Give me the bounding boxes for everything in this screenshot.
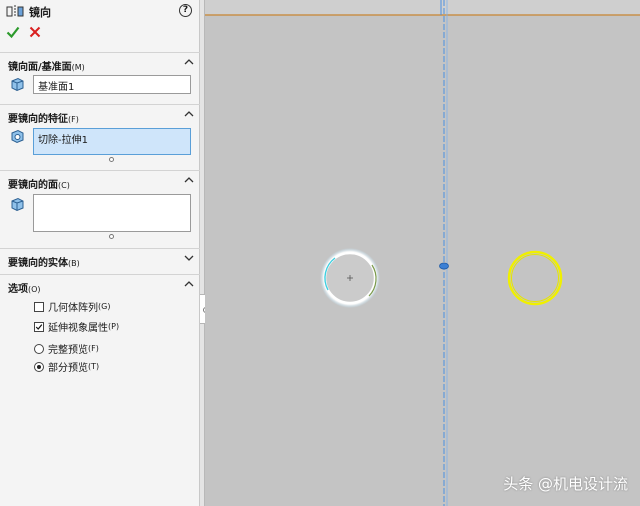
full-preview-option[interactable]: 完整预览 (F) bbox=[34, 341, 99, 356]
propagate-visual-checkbox[interactable] bbox=[34, 321, 44, 332]
section-features-shortcut: (F) bbox=[68, 115, 79, 124]
chevron-up-icon[interactable] bbox=[184, 110, 194, 118]
plane-select-icon bbox=[11, 77, 24, 92]
chevron-up-icon[interactable] bbox=[184, 176, 194, 184]
ok-check-icon[interactable] bbox=[6, 25, 20, 39]
section-mirror-face: 镜向面/基准面(M) 基准面1 bbox=[0, 52, 200, 104]
full-preview-label: 完整预览 bbox=[48, 345, 88, 356]
partial-preview-label: 部分预览 bbox=[48, 363, 88, 374]
resize-grip-icon[interactable] bbox=[109, 234, 114, 239]
propagate-visual-option[interactable]: 延伸视象属性 (P) bbox=[34, 319, 119, 334]
model-top-face bbox=[205, 0, 640, 15]
geometry-pattern-label: 几何体阵列 bbox=[48, 303, 98, 314]
section-mirror-face-label: 镜向面/基准面 bbox=[8, 62, 72, 73]
section-faces: 要镜向的面(C) bbox=[0, 170, 200, 248]
section-bodies-title[interactable]: 要镜向的实体(B) bbox=[8, 254, 80, 269]
section-options-shortcut: (O) bbox=[28, 285, 41, 294]
mirror-face-field[interactable]: 基准面1 bbox=[33, 75, 191, 94]
section-features-title[interactable]: 要镜向的特征(F) bbox=[8, 110, 79, 125]
geometry-pattern-option[interactable]: 几何体阵列 (G) bbox=[34, 299, 110, 314]
section-faces-shortcut: (C) bbox=[58, 181, 70, 190]
partial-preview-option[interactable]: 部分预览 (T) bbox=[34, 359, 99, 374]
panel-title: 镜向 bbox=[29, 6, 51, 19]
full-preview-radio[interactable] bbox=[34, 343, 44, 354]
action-row bbox=[0, 24, 200, 44]
mirror-preview-circle bbox=[507, 250, 563, 306]
resize-grip-icon[interactable] bbox=[109, 157, 114, 162]
partial-preview-shortcut: (T) bbox=[88, 362, 100, 371]
feature-select-icon bbox=[11, 129, 24, 144]
chevron-up-icon[interactable] bbox=[184, 280, 194, 288]
faces-list-field[interactable] bbox=[33, 194, 191, 232]
section-bodies-shortcut: (B) bbox=[68, 259, 80, 268]
mirror-feature-icon bbox=[6, 5, 24, 17]
chevron-up-icon[interactable] bbox=[184, 58, 194, 66]
mirror-plane-handle-icon[interactable] bbox=[439, 262, 449, 270]
checkmark-icon bbox=[35, 323, 43, 330]
section-bodies: 要镜向的实体(B) bbox=[0, 248, 200, 274]
section-faces-title[interactable]: 要镜向的面(C) bbox=[8, 176, 70, 191]
help-icon[interactable]: ? bbox=[179, 4, 192, 17]
features-list-field[interactable]: 切除-拉伸1 bbox=[33, 128, 191, 155]
chevron-down-icon[interactable] bbox=[184, 254, 194, 262]
full-preview-shortcut: (F) bbox=[88, 344, 99, 353]
section-features-label: 要镜向的特征 bbox=[8, 114, 68, 125]
section-features: 要镜向的特征(F) 切除-拉伸1 bbox=[0, 104, 200, 170]
property-manager-panel: 镜向 ? 镜向面/基准面(M) 基准面1 要镜向的特征(F) 切除-拉伸1 要镜… bbox=[0, 0, 200, 506]
propagate-visual-label: 延伸视象属性 bbox=[48, 323, 108, 334]
section-options-label: 选项 bbox=[8, 284, 28, 295]
section-mirror-face-title[interactable]: 镜向面/基准面(M) bbox=[8, 58, 85, 73]
section-mirror-face-shortcut: (M) bbox=[71, 63, 85, 72]
panel-title-row: 镜向 ? bbox=[0, 0, 200, 22]
section-options-title[interactable]: 选项(O) bbox=[8, 280, 41, 295]
graphics-viewport[interactable] bbox=[205, 0, 640, 506]
watermark: 头条 @机电设计流 bbox=[503, 475, 628, 493]
face-select-icon bbox=[11, 197, 24, 212]
propagate-visual-shortcut: (P) bbox=[108, 322, 120, 331]
geometry-pattern-checkbox[interactable] bbox=[34, 301, 44, 312]
viewport-canvas bbox=[205, 0, 640, 506]
geometry-pattern-shortcut: (G) bbox=[98, 302, 111, 311]
partial-preview-radio[interactable] bbox=[34, 361, 44, 372]
section-faces-label: 要镜向的面 bbox=[8, 180, 58, 191]
section-bodies-label: 要镜向的实体 bbox=[8, 258, 68, 269]
section-options: 选项(O) 几何体阵列 (G) 延伸视象属性 (P) 完整预览 (F) 部分预览 (T) bbox=[0, 274, 200, 384]
cancel-x-icon[interactable] bbox=[28, 25, 42, 39]
mirror-preview-inner-circle bbox=[511, 254, 559, 302]
